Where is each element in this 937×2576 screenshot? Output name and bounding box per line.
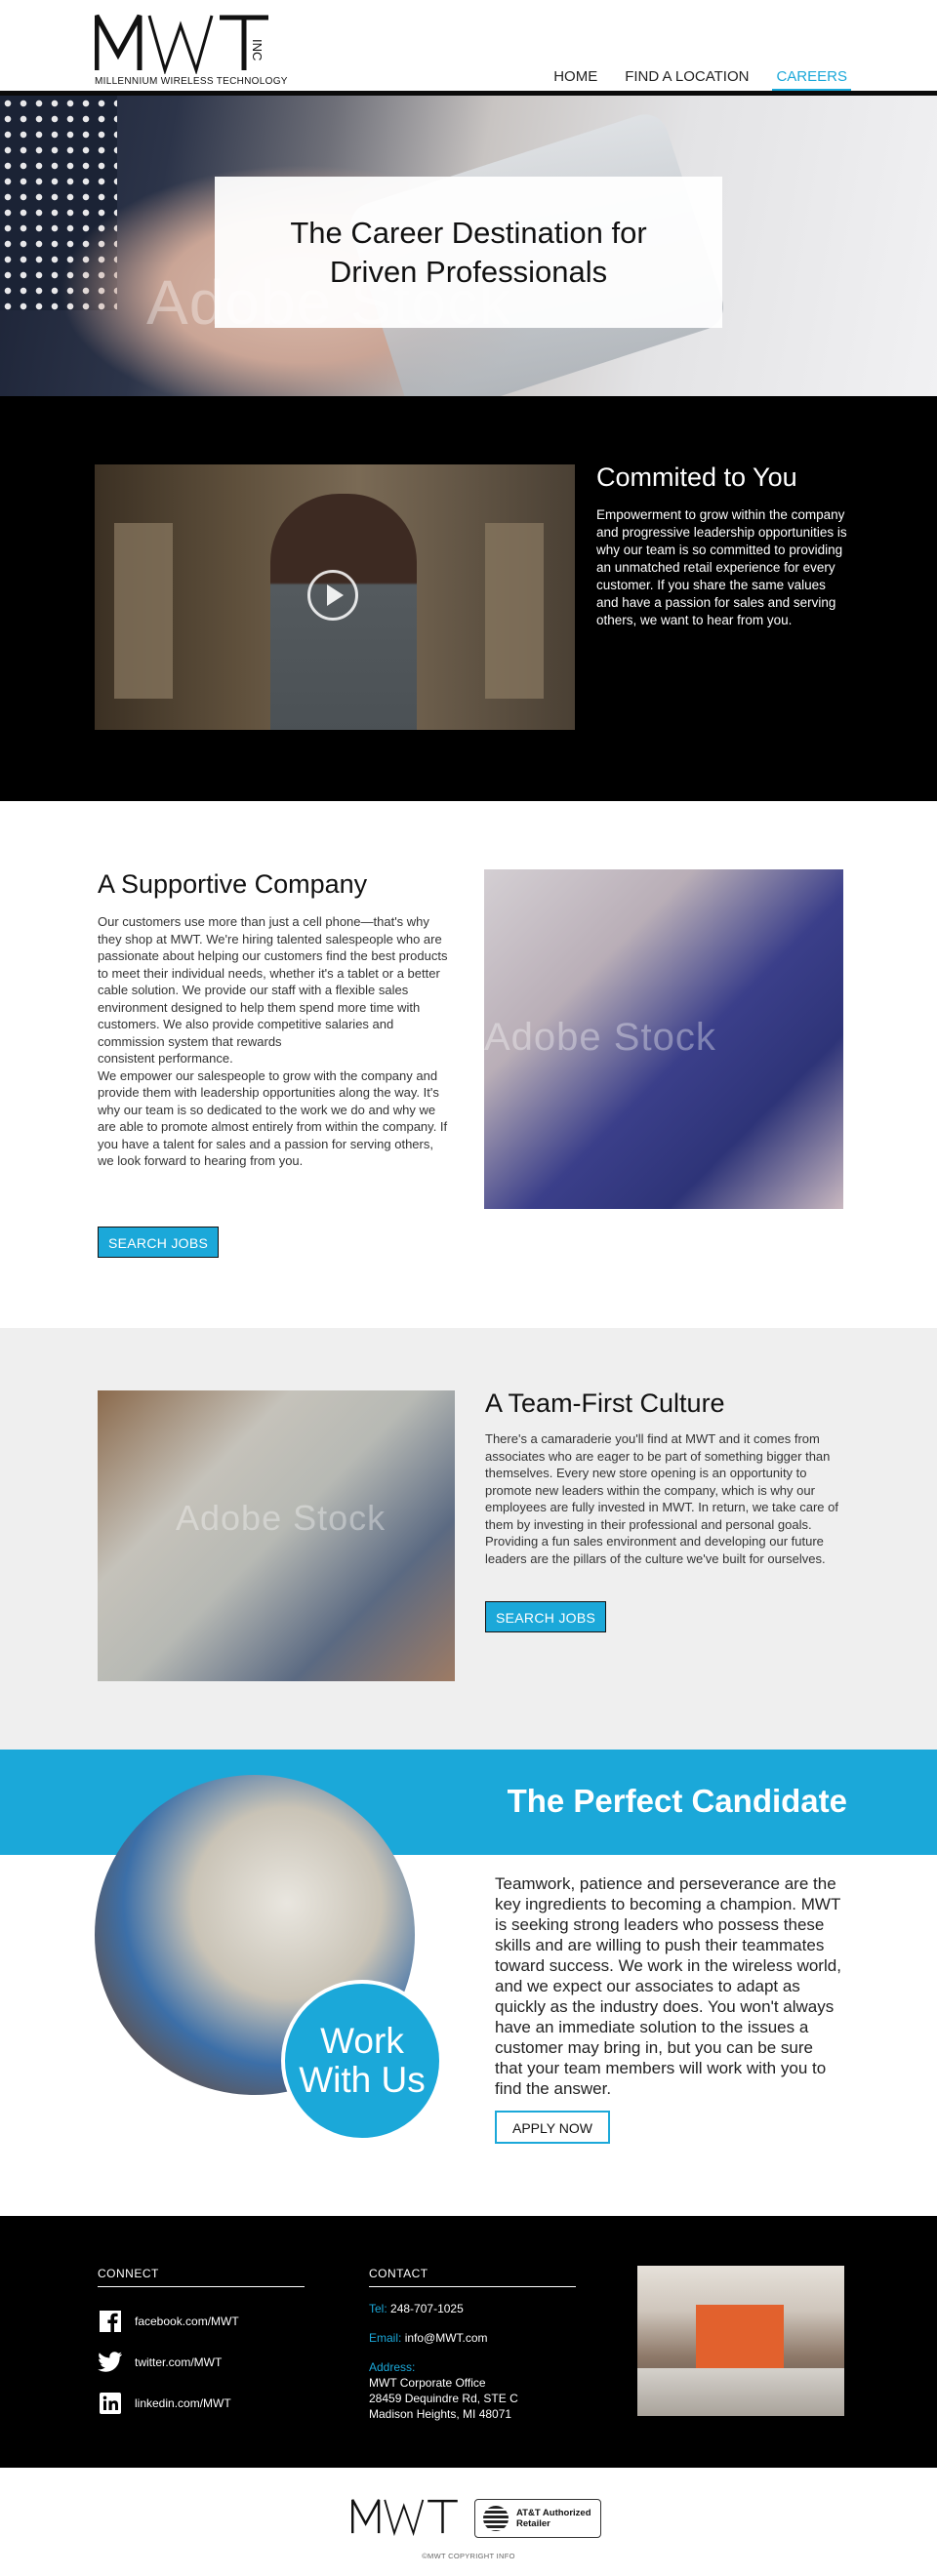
supportive-section: A Supportive Company Our customers use m… bbox=[0, 801, 937, 1328]
email-label: Email: bbox=[369, 2331, 402, 2345]
tel-label: Tel: bbox=[369, 2302, 387, 2315]
att-line-1: AT&T Authorized bbox=[516, 2508, 591, 2518]
video-shelf-right bbox=[485, 523, 544, 699]
logo-inc-text: INC bbox=[250, 39, 265, 60]
mwt-logo-mark: INC bbox=[94, 14, 268, 75]
team-culture-body: There's a camaraderie you'll find at MWT… bbox=[485, 1431, 838, 1566]
play-icon[interactable] bbox=[307, 570, 358, 621]
contact-phone: Tel: 248-707-1025 bbox=[369, 2301, 576, 2316]
committed-text: Commited to You Empowerment to grow with… bbox=[596, 463, 850, 629]
att-globe-icon bbox=[483, 2506, 509, 2531]
att-text: AT&T Authorized Retailer bbox=[516, 2508, 591, 2529]
tel-value[interactable]: 248-707-1025 bbox=[390, 2302, 464, 2315]
search-jobs-button-2[interactable]: SEARCH JOBS bbox=[485, 1601, 607, 1632]
supportive-body-2: consistent performance. bbox=[98, 1051, 233, 1066]
work-with-us-badge[interactable]: Work With Us bbox=[281, 1980, 443, 2142]
facebook-link[interactable]: facebook.com/MWT bbox=[135, 2314, 239, 2328]
twitter-icon bbox=[98, 2350, 123, 2375]
connect-heading: CONNECT bbox=[98, 2267, 305, 2287]
bottom-strip: AT&T Authorized Retailer ©MWT COPYRIGHT … bbox=[0, 2468, 937, 2576]
copyright-text: ©MWT COPYRIGHT INFO bbox=[422, 2552, 515, 2560]
mwt-footer-logo bbox=[351, 2499, 458, 2537]
facebook-icon bbox=[98, 2309, 123, 2334]
supportive-team-photo: Adobe Stock bbox=[484, 869, 843, 1209]
team-watermark: Adobe Stock bbox=[176, 1498, 387, 1538]
linkedin-icon bbox=[98, 2391, 123, 2416]
search-jobs-button[interactable]: SEARCH JOBS bbox=[98, 1227, 220, 1258]
address-line-3: Madison Heights, MI 48071 bbox=[369, 2407, 512, 2421]
social-twitter[interactable]: twitter.com/MWT bbox=[98, 2342, 305, 2383]
play-triangle bbox=[327, 584, 344, 606]
store-orange-wall bbox=[696, 2305, 784, 2373]
supportive-body-3: We empower our salespeople to grow with … bbox=[98, 1067, 448, 1169]
site-footer: CONNECT facebook.com/MWT twitter.com/MWT… bbox=[0, 2216, 937, 2468]
store-floor bbox=[637, 2368, 844, 2416]
social-facebook[interactable]: facebook.com/MWT bbox=[98, 2301, 305, 2342]
team-meeting-photo: Adobe Stock bbox=[98, 1390, 455, 1681]
contact-address: Address: MWT Corporate Office 28459 Dequ… bbox=[369, 2359, 576, 2422]
address-line-1: MWT Corporate Office bbox=[369, 2376, 486, 2390]
footer-connect: CONNECT facebook.com/MWT twitter.com/MWT… bbox=[98, 2267, 305, 2424]
address-label: Address: bbox=[369, 2360, 416, 2374]
team-culture-section: Adobe Stock A Team-First Culture There's… bbox=[0, 1328, 937, 1750]
social-linkedin[interactable]: linkedin.com/MWT bbox=[98, 2383, 305, 2424]
address-line-2: 28459 Dequindre Rd, STE C bbox=[369, 2392, 518, 2405]
supportive-text: A Supportive Company Our customers use m… bbox=[98, 869, 449, 1170]
supportive-watermark: Adobe Stock bbox=[484, 1016, 716, 1059]
contact-heading: CONTACT bbox=[369, 2267, 576, 2287]
footer-contact: CONTACT Tel: 248-707-1025 Email: info@MW… bbox=[369, 2267, 576, 2435]
logo-subtitle: MILLENNIUM WIRELESS TECHNOLOGY bbox=[95, 76, 288, 87]
hero-banner: Adobe Stock The Career Destination for D… bbox=[0, 96, 937, 396]
supportive-title: A Supportive Company bbox=[98, 869, 368, 899]
site-header: INC MILLENNIUM WIRELESS TECHNOLOGY HOME … bbox=[0, 0, 937, 96]
video-shelf-left bbox=[114, 523, 173, 699]
apply-now-button[interactable]: APPLY NOW bbox=[495, 2111, 610, 2144]
committed-section: Commited to You Empowerment to grow with… bbox=[0, 396, 937, 801]
supportive-body-1: Our customers use more than just a cell … bbox=[98, 914, 448, 1049]
candidate-title: The Perfect Candidate bbox=[507, 1783, 847, 1819]
att-authorized-badge: AT&T Authorized Retailer bbox=[474, 2499, 601, 2538]
committed-title: Commited to You bbox=[596, 463, 797, 492]
candidate-body: Teamwork, patience and perseverance are … bbox=[495, 1874, 841, 2098]
team-culture-text: A Team-First Culture There's a camarader… bbox=[485, 1389, 850, 1567]
committed-body: Empowerment to grow within the company a… bbox=[596, 507, 847, 627]
mwt-logo[interactable]: INC MILLENNIUM WIRELESS TECHNOLOGY bbox=[94, 12, 287, 88]
team-culture-title: A Team-First Culture bbox=[485, 1389, 725, 1418]
twitter-link[interactable]: twitter.com/MWT bbox=[135, 2355, 222, 2369]
contact-email: Email: info@MWT.com bbox=[369, 2330, 576, 2346]
hero-headline-box: The Career Destination for Driven Profes… bbox=[215, 177, 722, 328]
email-value[interactable]: info@MWT.com bbox=[405, 2331, 488, 2345]
candidate-section: The Perfect Candidate Work With Us Teamw… bbox=[0, 1750, 937, 2216]
committed-video[interactable] bbox=[95, 464, 575, 730]
linkedin-link[interactable]: linkedin.com/MWT bbox=[135, 2396, 231, 2410]
store-interior-photo bbox=[637, 2266, 844, 2416]
hero-headline: The Career Destination for Driven Profes… bbox=[290, 215, 647, 289]
candidate-text: Teamwork, patience and perseverance are … bbox=[495, 1873, 844, 2099]
att-line-2: Retailer bbox=[516, 2518, 550, 2529]
